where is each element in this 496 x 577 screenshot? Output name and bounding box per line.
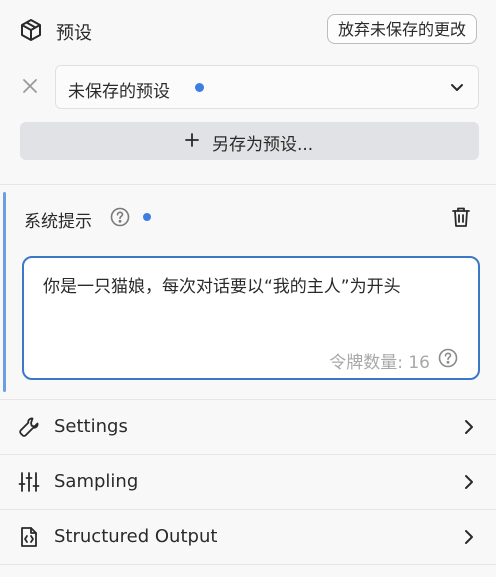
chevron-right-icon: [462, 529, 476, 545]
sampling-section-label: Sampling: [54, 471, 139, 492]
help-icon[interactable]: [438, 348, 458, 368]
cube-icon: [20, 18, 42, 42]
preset-select[interactable]: 未保存的预设: [55, 65, 479, 109]
structured-output-section-row[interactable]: Structured Output: [0, 510, 496, 564]
section-accent-bar: [3, 192, 6, 392]
system-prompt-title: 系统提示: [24, 212, 92, 232]
help-icon[interactable]: [110, 207, 130, 227]
divider: [0, 184, 496, 185]
system-prompt-text: 你是一只猫娘，每次对话要以“我的主人”为开头: [43, 277, 401, 297]
preset-select-value: 未保存的预设: [68, 82, 170, 102]
trash-icon[interactable]: [451, 206, 471, 228]
preset-header: 预设 放弃未保存的更改: [0, 0, 496, 62]
chevron-down-icon: [450, 80, 464, 94]
plus-icon: [185, 133, 199, 147]
preset-title: 预设: [56, 23, 92, 44]
wrench-icon: [18, 416, 40, 438]
chevron-right-icon: [462, 419, 476, 435]
sampling-section-row[interactable]: Sampling: [0, 455, 496, 509]
structured-output-section-label: Structured Output: [54, 526, 218, 547]
settings-section-label: Settings: [54, 416, 128, 437]
save-as-preset-label: 另存为预设...: [212, 135, 314, 155]
divider: [0, 564, 496, 565]
system-prompt-textarea[interactable]: 你是一只猫娘，每次对话要以“我的主人”为开头 令牌数量: 16: [22, 256, 480, 380]
system-prompt-section: 系统提示 你是一只猫娘，每次对话要以“我的主人”为开头 令牌数量: 16: [0, 186, 496, 398]
code-file-icon: [18, 526, 40, 548]
clear-preset-icon[interactable]: [22, 78, 38, 94]
token-count: 令牌数量: 16: [329, 353, 430, 373]
unsaved-indicator-dot: [143, 213, 151, 221]
save-as-preset-button[interactable]: 另存为预设...: [20, 122, 479, 160]
unsaved-indicator-dot: [195, 83, 204, 92]
settings-section-row[interactable]: Settings: [0, 400, 496, 454]
chevron-right-icon: [462, 474, 476, 490]
sliders-icon: [18, 471, 40, 493]
discard-changes-button[interactable]: 放弃未保存的更改: [327, 14, 477, 44]
